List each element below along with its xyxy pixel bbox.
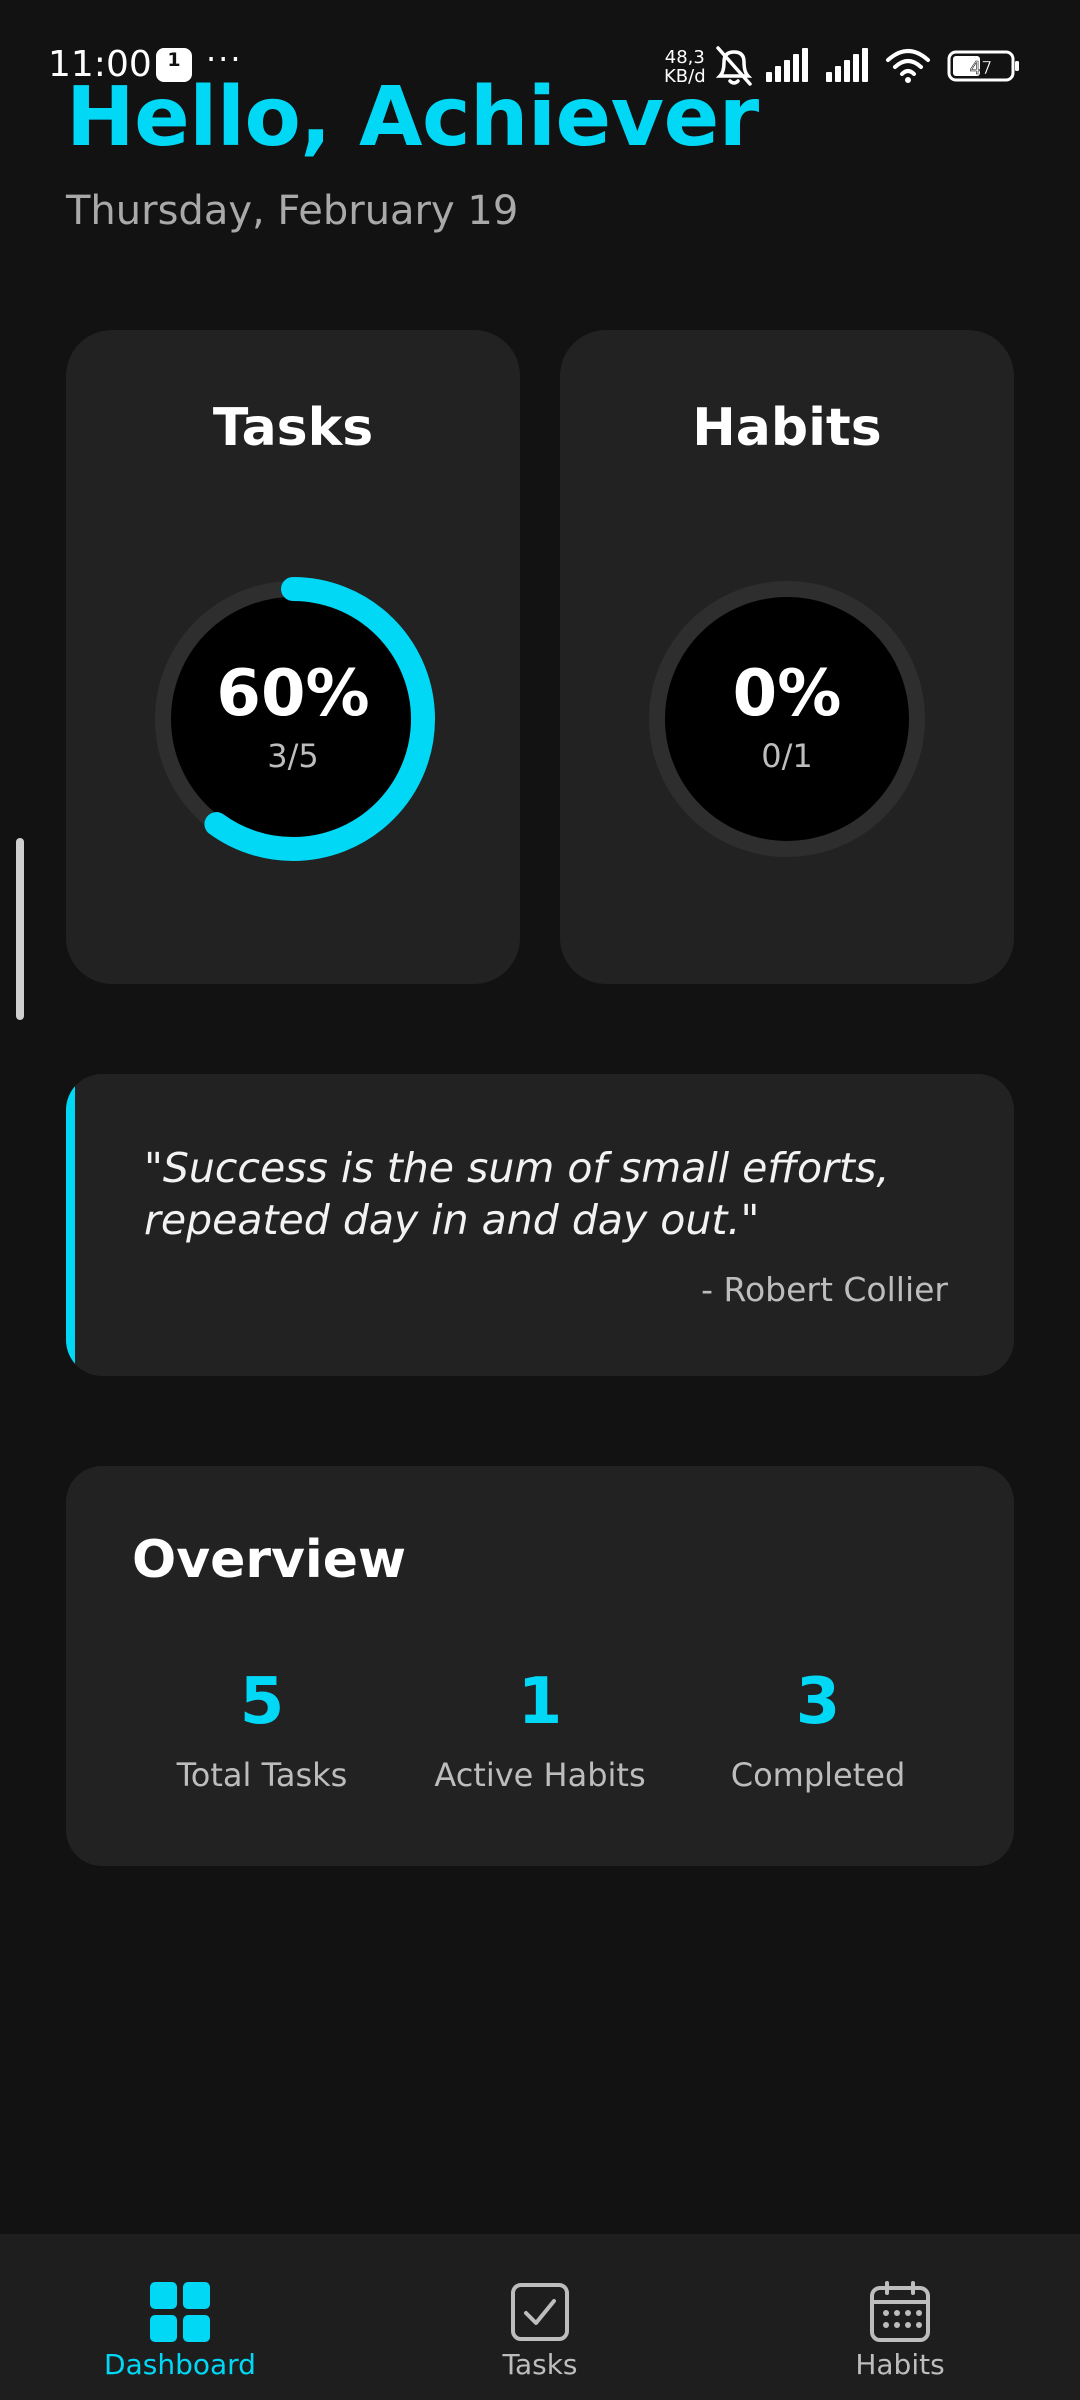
calendar-icon bbox=[870, 2281, 930, 2342]
quote-author: - Robert Collier bbox=[701, 1270, 948, 1309]
progress-count: 3/5 bbox=[267, 737, 319, 775]
calendar-day: 1 bbox=[167, 49, 181, 71]
progress-percent: 0% bbox=[732, 657, 842, 731]
stat-label: Completed bbox=[730, 1756, 906, 1794]
network-speed: 48,3 KB/d bbox=[664, 48, 706, 86]
status-bar: 11:00 1 ··· 48,3 KB/d 47 bbox=[0, 0, 1080, 130]
progress-ring: 60% 3/5 bbox=[148, 574, 438, 864]
quote-text: "Success is the sum of small efforts, re… bbox=[144, 1144, 890, 1244]
stat-completed: 3 Completed bbox=[668, 1666, 968, 1794]
status-time: 11:00 bbox=[48, 44, 152, 85]
dashboard-screen: 11:00 1 ··· 48,3 KB/d 47 Hello, Achiever… bbox=[0, 0, 1080, 2400]
stat-label: Active Habits bbox=[434, 1756, 646, 1794]
stat-label: Total Tasks bbox=[176, 1756, 348, 1794]
mute-bell-icon bbox=[715, 46, 753, 86]
current-date: Thursday, February 19 bbox=[66, 188, 519, 234]
stat-value: 5 bbox=[239, 1665, 285, 1739]
stat-value: 1 bbox=[517, 1665, 563, 1739]
status-icons: 47 bbox=[715, 46, 1019, 86]
nav-dashboard[interactable]: Dashboard bbox=[60, 2234, 300, 2400]
scroll-indicator bbox=[16, 838, 24, 1020]
nav-label: Tasks bbox=[502, 2348, 578, 2381]
network-speed-value: 48,3 bbox=[664, 47, 705, 68]
overview-card: Overview 5 Total Tasks 1 Active Habits 3… bbox=[66, 1466, 1014, 1866]
network-speed-unit: KB/d bbox=[664, 66, 706, 87]
signal-icon bbox=[766, 48, 808, 82]
stat-total-tasks: 5 Total Tasks bbox=[112, 1666, 412, 1794]
battery-level: 47 bbox=[970, 58, 993, 79]
battery-icon: 47 bbox=[947, 50, 1019, 82]
stat-value: 3 bbox=[795, 1665, 841, 1739]
nav-habits[interactable]: Habits bbox=[780, 2234, 1020, 2400]
stat-active-habits: 1 Active Habits bbox=[390, 1666, 690, 1794]
signal-icon bbox=[826, 48, 868, 82]
calendar-notification-icon: 1 bbox=[156, 48, 192, 82]
card-title: Habits bbox=[692, 398, 882, 458]
overview-title: Overview bbox=[132, 1530, 407, 1590]
card-title: Tasks bbox=[212, 398, 374, 458]
nav-label: Dashboard bbox=[104, 2348, 256, 2381]
progress-count: 0/1 bbox=[761, 737, 813, 775]
nav-tasks[interactable]: Tasks bbox=[420, 2234, 660, 2400]
quote-accent-bar bbox=[66, 1074, 75, 1376]
quote-card: "Success is the sum of small efforts, re… bbox=[66, 1074, 1014, 1376]
tasks-progress-card[interactable]: Tasks 60% 3/5 bbox=[66, 330, 520, 984]
progress-percent: 60% bbox=[216, 657, 370, 731]
progress-ring: 0% 0/1 bbox=[642, 574, 932, 864]
habits-progress-card[interactable]: Habits 0% 0/1 bbox=[560, 330, 1014, 984]
grid-icon bbox=[150, 2282, 210, 2342]
bottom-navigation: Dashboard Tasks Habits bbox=[0, 2234, 1080, 2400]
more-notifications-icon: ··· bbox=[206, 40, 243, 78]
nav-label: Habits bbox=[855, 2348, 945, 2381]
checkbox-icon bbox=[511, 2283, 569, 2341]
wifi-icon bbox=[886, 49, 930, 83]
